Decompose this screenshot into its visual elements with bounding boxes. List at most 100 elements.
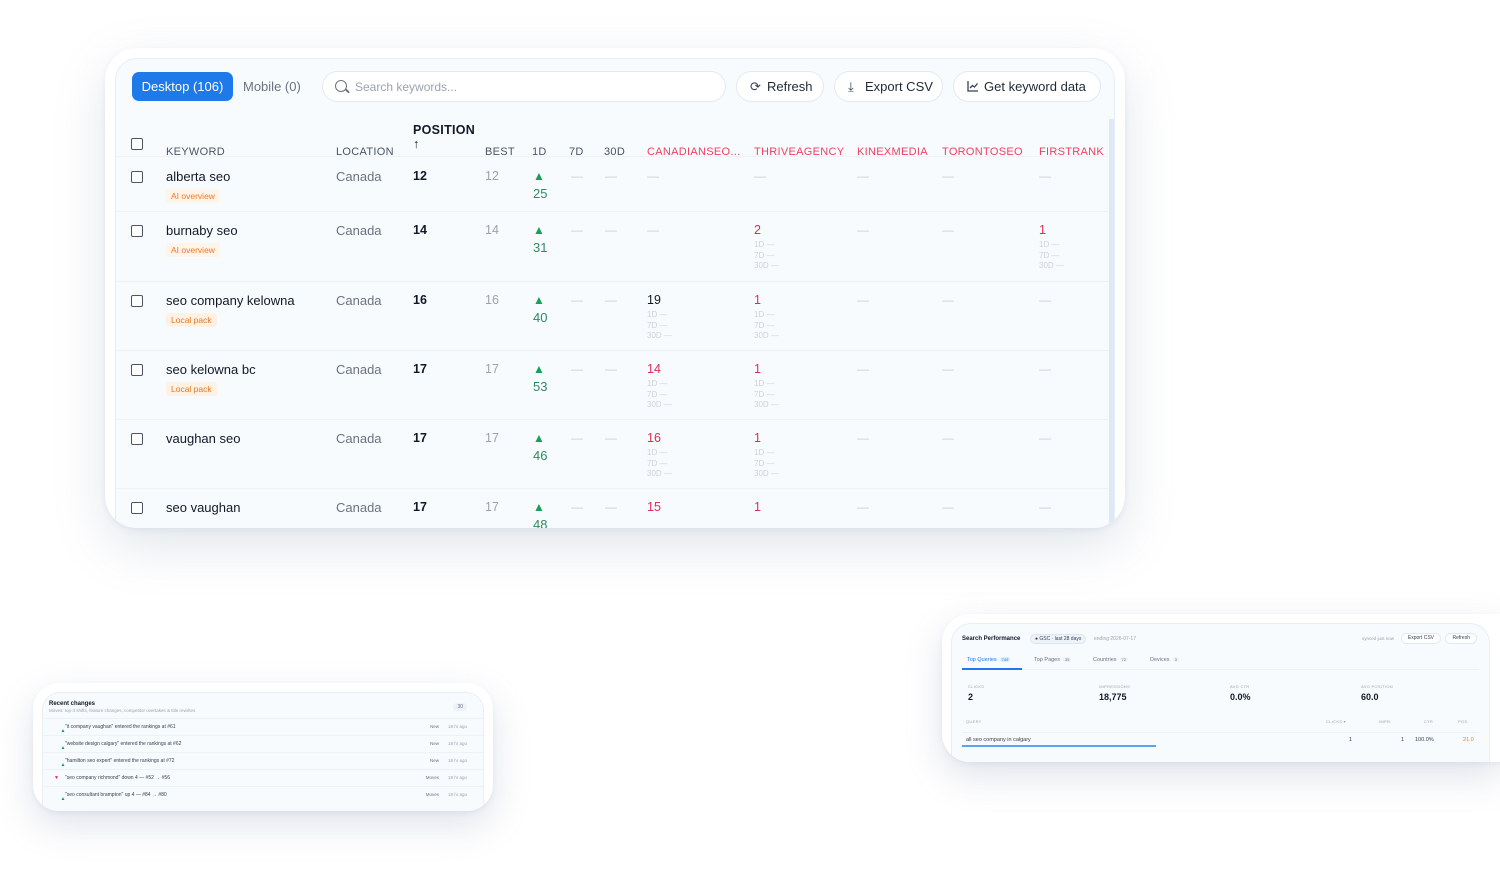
serp-feature-badge: Local pack	[166, 313, 217, 327]
col-competitor-kinexmedia[interactable]: KINEXMEDIA	[857, 119, 928, 158]
competitor-rank-history: 1D —7D —30D —	[754, 448, 779, 480]
trend-up-icon: ▲	[533, 293, 545, 307]
trend-up-icon: ▲	[533, 500, 545, 514]
serp-feature-badge: AI overview	[166, 189, 220, 203]
row-checkbox[interactable]	[131, 433, 143, 445]
col-position[interactable]: POSITION ↑	[413, 123, 475, 161]
table-row[interactable]: seo kelowna bc Local pack Canada 17 17 ▲…	[116, 352, 1114, 420]
search-performance-card: Search Performance ● GSC · last 28 days …	[942, 614, 1500, 762]
col-competitor-firstrank[interactable]: FIRSTRANK	[1039, 119, 1104, 158]
row-checkbox[interactable]	[131, 364, 143, 376]
change-7d-value: —	[571, 500, 583, 514]
change-text: "seo company richmond" down 4 — #52 → #5…	[65, 775, 170, 781]
history-30d: 30D —	[754, 469, 779, 478]
col-query[interactable]: QUERY	[966, 719, 982, 724]
change-time: 18 hr ago	[447, 741, 467, 746]
competitor-rank: —	[942, 293, 954, 307]
table-row[interactable]: alberta seo AI overview Canada 12 12 ▲ 2…	[116, 158, 1114, 212]
trend-up-icon: ▲	[533, 362, 545, 376]
change-item[interactable]: ▲ "website design calgary" entered the r…	[43, 735, 483, 752]
search-box[interactable]	[322, 71, 726, 102]
query-impressions: 1	[1401, 737, 1405, 743]
competitor-rank: —	[942, 169, 954, 183]
col-7d[interactable]: 7D	[569, 119, 584, 158]
metric-label: AVG CTR	[1230, 684, 1250, 689]
col-best[interactable]: BEST	[485, 119, 515, 158]
col-clicks[interactable]: CLICKS ▾	[1326, 719, 1346, 724]
export-csv-button[interactable]: ⤓ Export CSV	[834, 71, 943, 102]
metric-value: 2	[968, 692, 974, 702]
position-value: 17	[413, 362, 427, 376]
change-item[interactable]: ▲ "seo consultant brampton" up 4 — #84 →…	[43, 786, 483, 803]
query-row[interactable]: all seo company in calgary 1 1 100.0% 21…	[962, 732, 1479, 746]
competitor-rank: —	[647, 223, 659, 237]
col-competitor-torontoseo[interactable]: TORONTOSEO	[942, 119, 1023, 158]
change-tag: New	[429, 758, 439, 763]
table-header: KEYWORD LOCATION POSITION ↑ BEST 1D 7D 30…	[116, 119, 1114, 158]
gsc-refresh-button[interactable]: Refresh	[1445, 633, 1477, 644]
competitor-rank: —	[857, 223, 869, 237]
row-checkbox[interactable]	[131, 295, 143, 307]
table-row[interactable]: vaughan seo Canada 17 17 ▲ 46 — — 16 1D …	[116, 421, 1114, 489]
table-row[interactable]: seo company kelowna Local pack Canada 16…	[116, 283, 1114, 351]
col-competitor-thriveagency[interactable]: THRIVEAGENCY	[754, 119, 844, 158]
sync-status: synced just now	[1361, 636, 1394, 641]
tab-mobile[interactable]: Mobile (0)	[243, 72, 301, 101]
change-30d-value: —	[605, 500, 617, 514]
col-30d[interactable]: 30D	[604, 119, 625, 158]
col-keyword[interactable]: KEYWORD	[166, 119, 225, 158]
row-checkbox[interactable]	[131, 171, 143, 183]
col-pos[interactable]: POS.	[1458, 719, 1469, 724]
keyword-text: alberta seo	[166, 169, 231, 184]
gsc-range-chip[interactable]: ● GSC · last 28 days	[1030, 634, 1087, 644]
gsc-tabs: Top Queries 749 Top Pages 35 Countries 72 D…	[962, 654, 1479, 670]
change-7d-value: —	[571, 431, 583, 445]
refresh-button[interactable]: ⟳ Refresh	[736, 71, 824, 102]
col-location[interactable]: LOCATION	[336, 119, 394, 158]
location-text: Canada	[336, 500, 382, 515]
search-input[interactable]	[355, 76, 715, 98]
change-text: "hamilton seo expert" entered the rankin…	[65, 758, 175, 764]
competitor-rank: 1	[754, 362, 761, 376]
row-checkbox[interactable]	[131, 502, 143, 514]
keyword-text: seo kelowna bc	[166, 362, 256, 377]
col-competitor-canadianseo[interactable]: CANADIANSEO...	[647, 119, 740, 158]
query-text: all seo company in calgary	[966, 737, 1031, 743]
tab-top-pages[interactable]: Top Pages 35	[1034, 657, 1072, 663]
get-keyword-data-button[interactable]: Get keyword data	[953, 71, 1101, 102]
gsc-export-csv-button[interactable]: Export CSV	[1400, 633, 1441, 644]
tab-countries[interactable]: Countries 72	[1093, 657, 1128, 663]
tab-desktop[interactable]: Desktop (106)	[132, 72, 233, 101]
col-impressions[interactable]: IMPR.	[1379, 719, 1392, 724]
select-all-checkbox[interactable]	[131, 138, 143, 150]
position-value: 16	[413, 293, 427, 307]
col-ctr[interactable]: CTR	[1424, 719, 1433, 724]
metric-value: 0.0%	[1230, 692, 1251, 702]
competitor-rank-history: 1D —7D —30D —	[754, 379, 779, 411]
change-30d-value: —	[605, 223, 617, 237]
col-1d[interactable]: 1D	[532, 119, 547, 158]
change-item[interactable]: ▲ "it company vaughan" entered the ranki…	[43, 718, 483, 735]
change-tag: Moves	[425, 792, 439, 797]
history-30d: 30D —	[1039, 261, 1064, 270]
row-checkbox[interactable]	[131, 225, 143, 237]
metric-label: CLICKS	[968, 684, 985, 689]
get-keyword-data-label: Get keyword data	[984, 79, 1086, 94]
col-position-label: POSITION	[413, 123, 476, 137]
change-30d-value: —	[605, 293, 617, 307]
tab-top-queries[interactable]: Top Queries 749	[967, 657, 1011, 663]
change-item[interactable]: ▼ "seo company richmond" down 4 — #52 → …	[43, 769, 483, 786]
table-row[interactable]: burnaby seo AI overview Canada 14 14 ▲ 3…	[116, 213, 1114, 282]
chart-icon	[967, 72, 979, 102]
tab-label: Top Pages	[1034, 657, 1060, 663]
change-item[interactable]: ▲ "hamilton seo expert" entered the rank…	[43, 752, 483, 769]
competitor-rank: —	[857, 169, 869, 183]
table-row[interactable]: seo vaughan Canada 17 17 ▲ 48 — — 15 1 —…	[116, 490, 1114, 528]
history-30d: 30D —	[647, 400, 672, 409]
history-7d: 7D —	[754, 250, 775, 260]
tab-devices[interactable]: Devices 3	[1150, 657, 1179, 663]
metric-label: AVG POSITION	[1361, 684, 1393, 689]
change-tag: New	[429, 724, 439, 729]
change-text: "website design calgary" entered the ran…	[65, 741, 182, 747]
change-30d-value: —	[605, 362, 617, 376]
